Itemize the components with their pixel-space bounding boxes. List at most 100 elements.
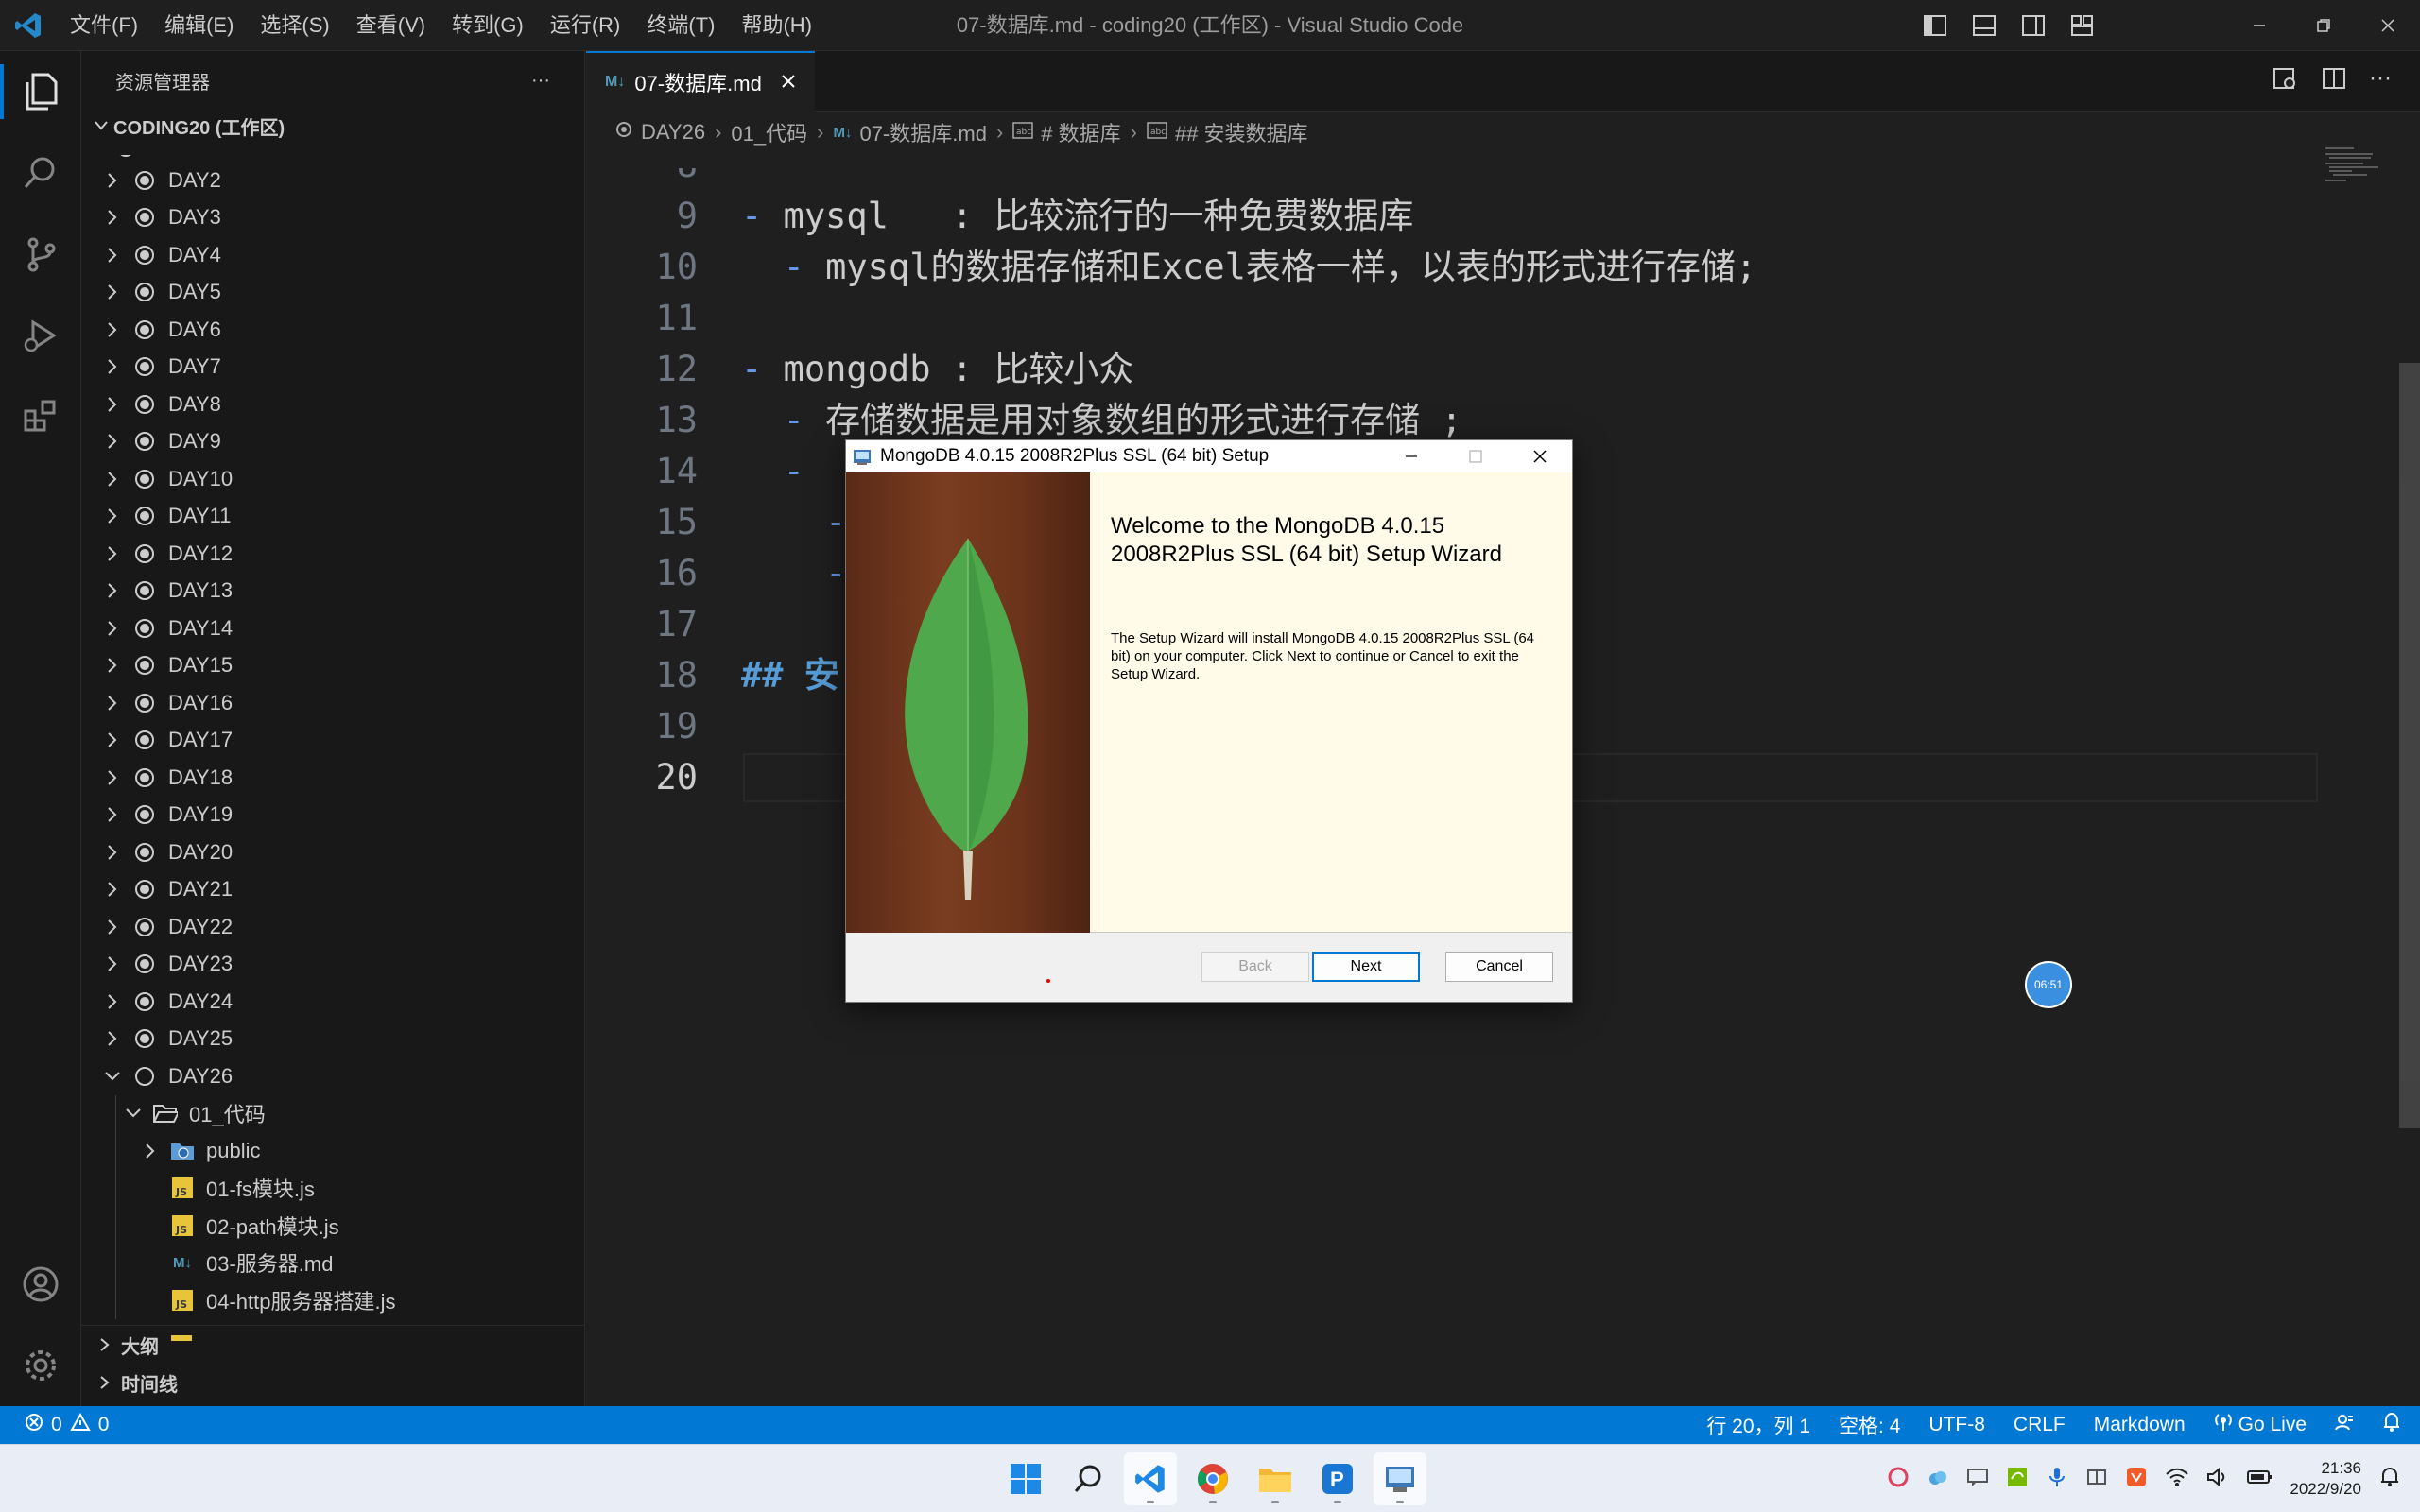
outline-section[interactable]: 大纲 xyxy=(81,1326,584,1364)
tree-folder-day24[interactable]: DAY24 xyxy=(102,983,584,1021)
dialog-title-bar[interactable]: MongoDB 4.0.15 2008R2Plus SSL (64 bit) S… xyxy=(846,440,1572,472)
tree-folder-day13[interactable]: DAY13 xyxy=(102,573,584,610)
tree-file[interactable]: JS 02-path模块.js xyxy=(170,1207,584,1245)
close-tab-icon[interactable] xyxy=(781,70,796,94)
tree-folder-day11[interactable]: DAY11 xyxy=(102,498,584,536)
search-icon[interactable] xyxy=(1062,1452,1115,1505)
tree-folder-day21[interactable]: DAY21 xyxy=(102,871,584,909)
tray-nvidia-icon[interactable] xyxy=(2006,1466,2029,1493)
tree-folder-day8[interactable]: DAY8 xyxy=(102,386,584,423)
menu-selection[interactable]: 选择(S) xyxy=(247,7,342,44)
tree-folder-day15[interactable]: DAY15 xyxy=(102,647,584,685)
tree-folder-day7[interactable]: DAY7 xyxy=(102,349,584,387)
tab-07-database-md[interactable]: M↓ 07-数据库.md xyxy=(586,51,815,112)
menu-edit[interactable]: 编辑(E) xyxy=(151,7,247,44)
tray-app-icon[interactable] xyxy=(1887,1466,1910,1493)
floating-timer-badge[interactable]: 06:51 xyxy=(2025,961,2072,1008)
tree-folder-day3[interactable]: DAY3 xyxy=(102,199,584,237)
source-control-icon[interactable] xyxy=(0,214,81,295)
menu-file[interactable]: 文件(F) xyxy=(57,7,151,44)
start-menu-icon[interactable] xyxy=(999,1452,1052,1505)
cancel-button[interactable]: Cancel xyxy=(1445,952,1553,982)
close-icon[interactable] xyxy=(2356,0,2420,51)
system-clock[interactable]: 21:36 2022/9/20 xyxy=(2290,1458,2361,1500)
workspace-header[interactable]: CODING20 (工作区) xyxy=(81,110,584,142)
tray-cloud-icon[interactable] xyxy=(1927,1466,1949,1493)
search-icon[interactable] xyxy=(0,132,81,214)
more-actions-icon[interactable]: ··· xyxy=(531,70,550,92)
tree-file[interactable]: M↓ 03-服务器.md xyxy=(170,1245,584,1282)
next-button[interactable]: Next xyxy=(1312,952,1420,982)
taskbar-vscode-icon[interactable] xyxy=(1124,1452,1177,1505)
tree-file[interactable]: JS 01-fs模块.js xyxy=(170,1170,584,1208)
accounts-icon[interactable] xyxy=(0,1244,81,1325)
menu-run[interactable]: 运行(R) xyxy=(537,7,634,44)
feedback-icon[interactable] xyxy=(2335,1413,2354,1437)
breadcrumb-item[interactable]: # 数据库 xyxy=(1041,117,1120,147)
tree-folder-day19[interactable]: DAY19 xyxy=(102,797,584,834)
menu-terminal[interactable]: 终端(T) xyxy=(633,7,728,44)
end-of-line[interactable]: CRLF xyxy=(2014,1414,2066,1436)
battery-icon[interactable] xyxy=(2246,1468,2273,1491)
cursor-position[interactable]: 行 20，列 1 xyxy=(1706,1411,1810,1439)
restore-icon[interactable] xyxy=(2291,0,2356,51)
tree-folder-public[interactable]: public xyxy=(140,1132,584,1170)
tree-folder-code[interactable]: 01_代码 xyxy=(123,1095,584,1133)
minimap[interactable] xyxy=(2320,146,2405,202)
problems-indicator[interactable]: 0 0 xyxy=(0,1412,109,1437)
volume-icon[interactable] xyxy=(2206,1467,2229,1492)
more-actions-icon[interactable]: ··· xyxy=(2369,64,2392,97)
breadcrumb-item[interactable]: 07-数据库.md xyxy=(859,117,986,147)
tree-folder-day2[interactable]: DAY2 xyxy=(102,162,584,199)
tree-file[interactable]: JS 04-http服务器搭建.js xyxy=(170,1281,584,1319)
tree-folder-day14[interactable]: DAY14 xyxy=(102,610,584,647)
timeline-section[interactable]: 时间线 xyxy=(81,1364,584,1401)
tree-folder-day5[interactable]: DAY5 xyxy=(102,274,584,312)
encoding[interactable]: UTF-8 xyxy=(1928,1414,1985,1436)
go-live-button[interactable]: Go Live xyxy=(2214,1413,2307,1437)
microphone-icon[interactable] xyxy=(2046,1466,2068,1493)
extensions-icon[interactable] xyxy=(0,376,81,457)
customize-layout-icon[interactable] xyxy=(2066,9,2099,42)
chrome-icon[interactable] xyxy=(1186,1452,1239,1505)
tray-chat-icon[interactable] xyxy=(1966,1466,1989,1493)
installer-app-icon[interactable] xyxy=(1374,1452,1426,1505)
split-editor-icon[interactable] xyxy=(2320,64,2348,97)
tray-wps-icon[interactable] xyxy=(2125,1466,2148,1493)
notifications-icon[interactable] xyxy=(2378,1466,2401,1493)
tree-folder-day6[interactable]: DAY6 xyxy=(102,311,584,349)
vertical-scrollbar[interactable] xyxy=(2399,363,2420,1128)
input-method-icon[interactable] xyxy=(2085,1466,2108,1493)
menu-go[interactable]: 转到(G) xyxy=(439,7,537,44)
menu-help[interactable]: 帮助(H) xyxy=(728,7,825,44)
tree-folder-day4[interactable]: DAY4 xyxy=(102,236,584,274)
pixpin-app-icon[interactable]: P xyxy=(1311,1452,1364,1505)
language-mode[interactable]: Markdown xyxy=(2094,1414,2186,1436)
indentation[interactable]: 空格: 4 xyxy=(1839,1411,1900,1439)
menu-view[interactable]: 查看(V) xyxy=(343,7,439,44)
wifi-icon[interactable] xyxy=(2165,1467,2189,1492)
tree-folder-day17[interactable]: DAY17 xyxy=(102,722,584,760)
breadcrumb-item[interactable]: 01_代码 xyxy=(731,117,807,147)
toggle-secondary-sidebar-icon[interactable] xyxy=(2017,9,2049,42)
tree-folder-day9[interactable]: DAY9 xyxy=(102,423,584,461)
tree-folder-day12[interactable]: DAY12 xyxy=(102,535,584,573)
close-icon[interactable] xyxy=(1508,440,1572,472)
tree-folder-day20[interactable]: DAY20 xyxy=(102,833,584,871)
tree-folder-day23[interactable]: DAY23 xyxy=(102,946,584,984)
settings-gear-icon[interactable] xyxy=(0,1325,81,1406)
breadcrumb-item[interactable]: DAY26 xyxy=(641,120,705,145)
tree-folder-day26[interactable]: DAY26 xyxy=(102,1057,584,1095)
breadcrumb-item[interactable]: ## 安装数据库 xyxy=(1175,117,1308,147)
toggle-panel-icon[interactable] xyxy=(1968,9,2000,42)
tree-folder-day18[interactable]: DAY18 xyxy=(102,759,584,797)
minimize-icon[interactable] xyxy=(1379,440,1443,472)
open-preview-icon[interactable] xyxy=(2271,64,2299,97)
explorer-icon[interactable] xyxy=(0,51,81,132)
run-debug-icon[interactable] xyxy=(0,295,81,376)
tree-folder-day22[interactable]: DAY22 xyxy=(102,908,584,946)
tree-folder-day10[interactable]: DAY10 xyxy=(102,460,584,498)
toggle-sidebar-icon[interactable] xyxy=(1919,9,1951,42)
minimize-icon[interactable] xyxy=(2227,0,2291,51)
tree-folder-day25[interactable]: DAY25 xyxy=(102,1021,584,1058)
